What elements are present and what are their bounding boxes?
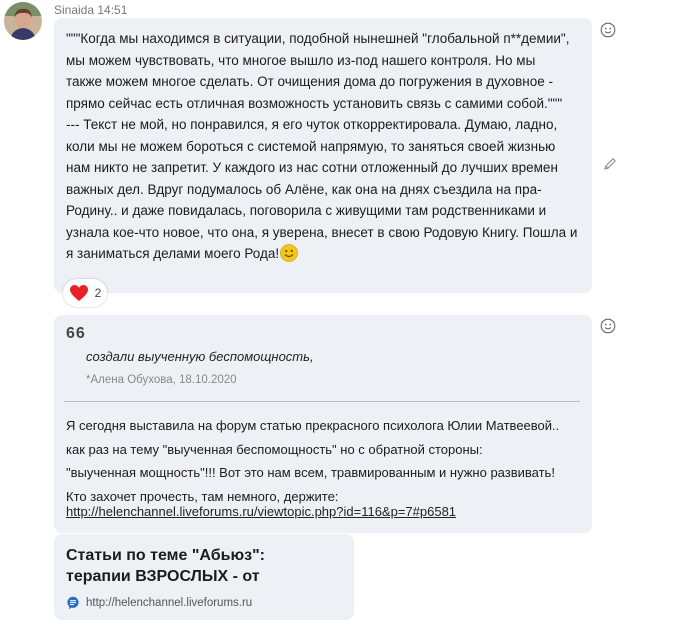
message-bubble[interactable]: """Когда мы находимся в ситуации, подобн…	[54, 18, 592, 293]
link-preview-title[interactable]: Статьи по теме "Абьюз": терапии ВЗРОСЛЫХ…	[66, 545, 346, 587]
quote-icon: 66	[66, 325, 86, 342]
reaction-pill[interactable]: 2	[63, 279, 107, 307]
quoted-text: создали выученную беспомощность,	[86, 349, 314, 364]
add-reaction-smiley-icon[interactable]	[600, 22, 616, 38]
message-time: 14:51	[97, 3, 128, 17]
reaction-count: 2	[94, 286, 102, 300]
forum-link[interactable]: http://helenchannel.liveforums.ru/viewto…	[66, 504, 456, 519]
speech-bubble-icon	[67, 596, 79, 610]
quote-divider	[64, 401, 580, 402]
quote-author-date: *Алена Обухова, 18.10.2020	[86, 374, 237, 386]
message-text: """Когда мы находимся в ситуации, подобн…	[66, 28, 588, 265]
add-reaction-smiley-icon[interactable]	[600, 318, 616, 334]
pencil-icon[interactable]	[602, 156, 618, 172]
message-header: Sinaida 14:51	[54, 3, 127, 17]
smile-emoji-icon	[280, 244, 299, 262]
sender-avatar[interactable]	[4, 2, 42, 40]
sender-name: Sinaida	[54, 3, 95, 17]
link-preview-url: http://helenchannel.liveforums.ru	[86, 597, 253, 609]
message-body: """Когда мы находимся в ситуации, подобн…	[66, 31, 578, 261]
avatar-photo	[4, 2, 42, 40]
heart-icon	[69, 285, 88, 301]
message-text: Я сегодня выставила на форум статью прек…	[66, 418, 560, 504]
